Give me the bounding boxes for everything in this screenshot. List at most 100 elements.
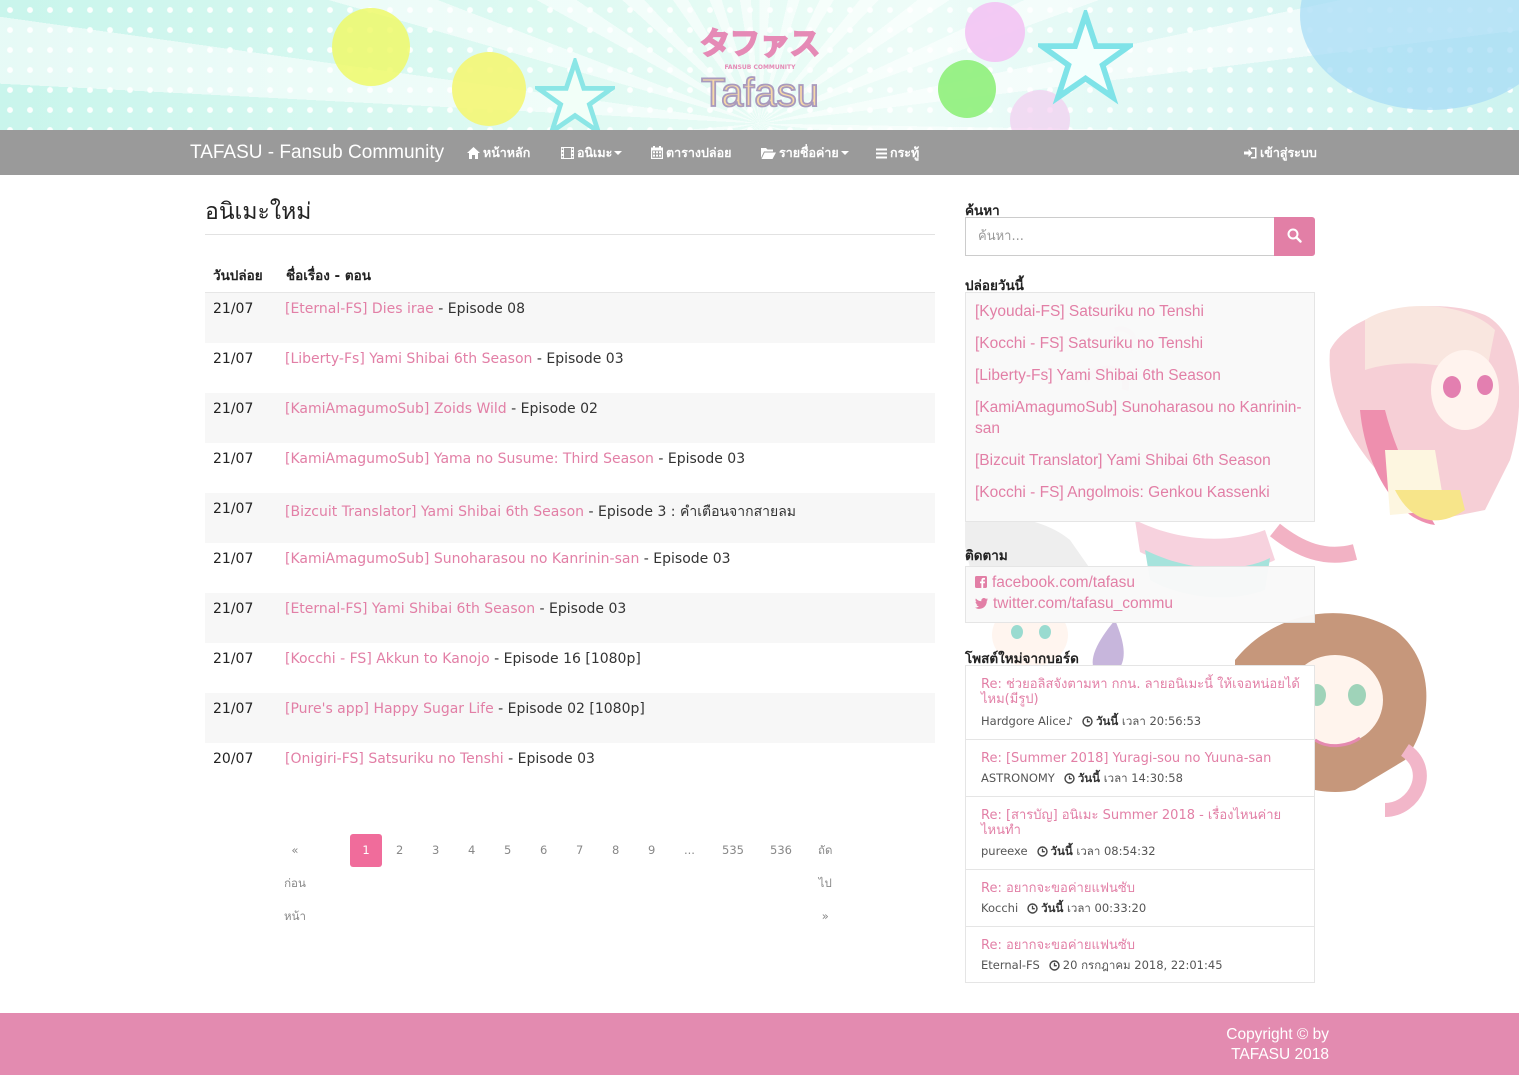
pagination-page[interactable]: 7	[576, 834, 583, 867]
banner-bubble	[938, 60, 996, 118]
release-link[interactable]: [KamiAmagumoSub] Sunoharasou no Kanrinin…	[285, 551, 639, 567]
twitter-link-label: twitter.com/tafasu_commu	[993, 595, 1174, 612]
today-release-link[interactable]: [Bizcuit Translator] Yami Shibai 6th Sea…	[975, 450, 1310, 471]
copyright: Copyright © by TAFASU 2018	[1129, 1025, 1329, 1065]
release-link[interactable]: [Bizcuit Translator] Yami Shibai 6th Sea…	[285, 504, 584, 520]
release-link[interactable]: [KamiAmagumoSub] Zoids Wild	[285, 401, 507, 417]
logo-subtext: FANSUB COMMUNITY	[725, 64, 797, 71]
list-item: Re: อยากจะขอค่ายแฟนซับ Kocchi วันนี้ เวลา…	[966, 870, 1314, 927]
pagination-page[interactable]: 9	[648, 834, 655, 867]
today-release-link[interactable]: [Kocchi - FS] Satsuriku no Tenshi	[975, 333, 1310, 354]
caret-down-icon	[614, 151, 623, 155]
clock-icon	[1049, 960, 1060, 971]
copyright-line-1: Copyright © by	[1226, 1026, 1329, 1043]
nav-schedule[interactable]: ตารางปล่อย	[651, 130, 731, 175]
nav-anime-dropdown[interactable]: อนิเมะ	[561, 130, 623, 175]
pagination-page[interactable]: 6	[540, 834, 547, 867]
pagination-page[interactable]: 5	[504, 834, 511, 867]
release-link[interactable]: [Liberty-Fs] Yami Shibai 6th Season	[285, 351, 532, 367]
release-date: 21/07	[213, 701, 254, 717]
release-episode: - Episode 03	[503, 751, 595, 767]
nav-home[interactable]: หน้าหลัก	[467, 130, 530, 175]
pagination-ellipsis: ...	[684, 843, 695, 857]
pagination-page[interactable]: 4	[468, 834, 475, 867]
post-author[interactable]: pureexe	[981, 844, 1028, 858]
post-author[interactable]: Eternal-FS	[981, 958, 1040, 972]
release-title-cell: [Pure's app] Happy Sugar Life - Episode …	[285, 701, 645, 717]
login-link[interactable]: เข้าสู่ระบบ	[1244, 130, 1317, 175]
release-link[interactable]: [Onigiri-FS] Satsuriku no Tenshi	[285, 751, 504, 767]
release-title-cell: [KamiAmagumoSub] Sunoharasou no Kanrinin…	[285, 551, 731, 567]
tafasu-logo[interactable]: タファス FANSUB COMMUNITY Tafasu	[690, 14, 830, 114]
banner-bubble	[332, 8, 410, 86]
table-row: 20/07 [Onigiri-FS] Satsuriku no Tenshi -…	[205, 743, 935, 793]
pagination-prev[interactable]: « ก่อนหน้า	[284, 834, 306, 923]
post-meta: Kocchi วันนี้ เวลา 00:33:20	[981, 900, 1146, 918]
release-episode: - Episode 3 : คำเตือนจากสายลม	[584, 504, 797, 520]
release-title-cell: [Kocchi - FS] Akkun to Kanojo - Episode …	[285, 651, 641, 667]
release-date: 21/07	[213, 351, 254, 367]
release-title-cell: [Liberty-Fs] Yami Shibai 6th Season - Ep…	[285, 351, 624, 367]
pagination-page[interactable]: 2	[396, 834, 403, 867]
table-row: 21/07 [KamiAmagumoSub] Yama no Susume: T…	[205, 443, 935, 493]
clock-icon	[1064, 773, 1075, 784]
logo-text-en: Tafasu	[701, 71, 819, 114]
release-link[interactable]: [Pure's app] Happy Sugar Life	[285, 701, 494, 717]
post-meta: Hardgore Alice♪ วันนี้ เวลา 20:56:53	[981, 713, 1201, 731]
post-author[interactable]: Hardgore Alice♪	[981, 714, 1073, 728]
today-release-link[interactable]: [KamiAmagumoSub] Sunoharasou no Kanrinin…	[975, 397, 1310, 439]
pagination-page[interactable]: 3	[432, 834, 439, 867]
release-episode: - Episode 16 [1080p]	[489, 651, 641, 667]
nav-home-label: หน้าหลัก	[483, 145, 531, 160]
release-date: 21/07	[213, 501, 254, 517]
twitter-link[interactable]: twitter.com/tafasu_commu	[975, 595, 1173, 613]
today-release-link[interactable]: [Liberty-Fs] Yami Shibai 6th Season	[975, 365, 1310, 386]
pagination-page-active[interactable]: 1	[350, 834, 382, 867]
search-input[interactable]	[965, 217, 1275, 256]
pagination-next[interactable]: ถัดไป »	[818, 834, 832, 923]
table-row: 21/07 [Bizcuit Translator] Yami Shibai 6…	[205, 493, 935, 543]
release-link[interactable]: [KamiAmagumoSub] Yama no Susume: Third S…	[285, 451, 654, 467]
release-title-cell: [Eternal-FS] Yami Shibai 6th Season - Ep…	[285, 601, 626, 617]
post-title-link[interactable]: Re: [สารบัญ] อนิเมะ Summer 2018 - เรื่อง…	[981, 808, 1301, 838]
table-row: 21/07 [Pure's app] Happy Sugar Life - Ep…	[205, 693, 935, 743]
release-title-cell: [Eternal-FS] Dies irae - Episode 08	[285, 301, 525, 317]
release-link[interactable]: [Kocchi - FS] Akkun to Kanojo	[285, 651, 490, 667]
pagination-page[interactable]: 8	[612, 834, 619, 867]
post-time: เวลา 00:33:20	[1066, 901, 1147, 915]
today-release-link[interactable]: [Kocchi - FS] Angolmois: Genkou Kassenki	[975, 482, 1310, 503]
post-title-link[interactable]: Re: อยากจะขอค่ายแฟนซับ	[981, 938, 1301, 953]
caret-down-icon	[840, 151, 849, 155]
page-title: อนิเมะใหม่	[205, 199, 312, 225]
release-link[interactable]: [Eternal-FS] Yami Shibai 6th Season	[285, 601, 535, 617]
search-button[interactable]	[1274, 217, 1315, 256]
list-item: Re: ช่วยอลิสจังตามหา กกน. ลายอนิเมะนี้ ใ…	[966, 666, 1314, 740]
post-author[interactable]: Kocchi	[981, 901, 1018, 915]
post-meta: Eternal-FS 20 กรกฎาคม 2018, 22:01:45	[981, 957, 1223, 975]
nav-schedule-label: ตารางปล่อย	[666, 145, 732, 160]
recent-posts-panel: Re: ช่วยอลิสจังตามหา กกน. ลายอนิเมะนี้ ใ…	[965, 665, 1315, 983]
release-episode: - Episode 02 [1080p]	[493, 701, 645, 717]
footer: Copyright © by TAFASU 2018	[0, 1013, 1519, 1075]
home-icon	[467, 147, 480, 159]
nav-group-list-label: รายชื่อค่าย	[779, 145, 839, 160]
post-title-link[interactable]: Re: ช่วยอลิสจังตามหา กกน. ลายอนิเมะนี้ ใ…	[981, 677, 1301, 707]
facebook-link[interactable]: facebook.com/tafasu	[975, 574, 1135, 592]
navbar-brand[interactable]: TAFASU - Fansub Community	[190, 130, 444, 175]
nav-forum[interactable]: กระทู้	[876, 130, 919, 175]
pagination-page[interactable]: 535	[722, 834, 744, 867]
table-row: 21/07 [KamiAmagumoSub] Zoids Wild - Epis…	[205, 393, 935, 443]
post-author[interactable]: ASTRONOMY	[981, 771, 1055, 785]
release-date: 21/07	[213, 551, 254, 567]
pagination-page[interactable]: 536	[770, 834, 792, 867]
follow-panel: facebook.com/tafasu twitter.com/tafasu_c…	[965, 566, 1315, 623]
table-row: 21/07 [Eternal-FS] Yami Shibai 6th Seaso…	[205, 593, 935, 643]
follow-heading: ติดตาม	[965, 548, 1008, 564]
calendar-icon	[651, 146, 663, 159]
today-release-link[interactable]: [Kyoudai-FS] Satsuriku no Tenshi	[975, 301, 1310, 322]
release-link[interactable]: [Eternal-FS] Dies irae	[285, 301, 434, 317]
login-label: เข้าสู่ระบบ	[1260, 145, 1317, 160]
post-title-link[interactable]: Re: [Summer 2018] Yuragi-sou no Yuuna-sa…	[981, 751, 1301, 766]
nav-group-list-dropdown[interactable]: รายชื่อค่าย	[761, 130, 849, 175]
post-title-link[interactable]: Re: อยากจะขอค่ายแฟนซับ	[981, 881, 1301, 896]
